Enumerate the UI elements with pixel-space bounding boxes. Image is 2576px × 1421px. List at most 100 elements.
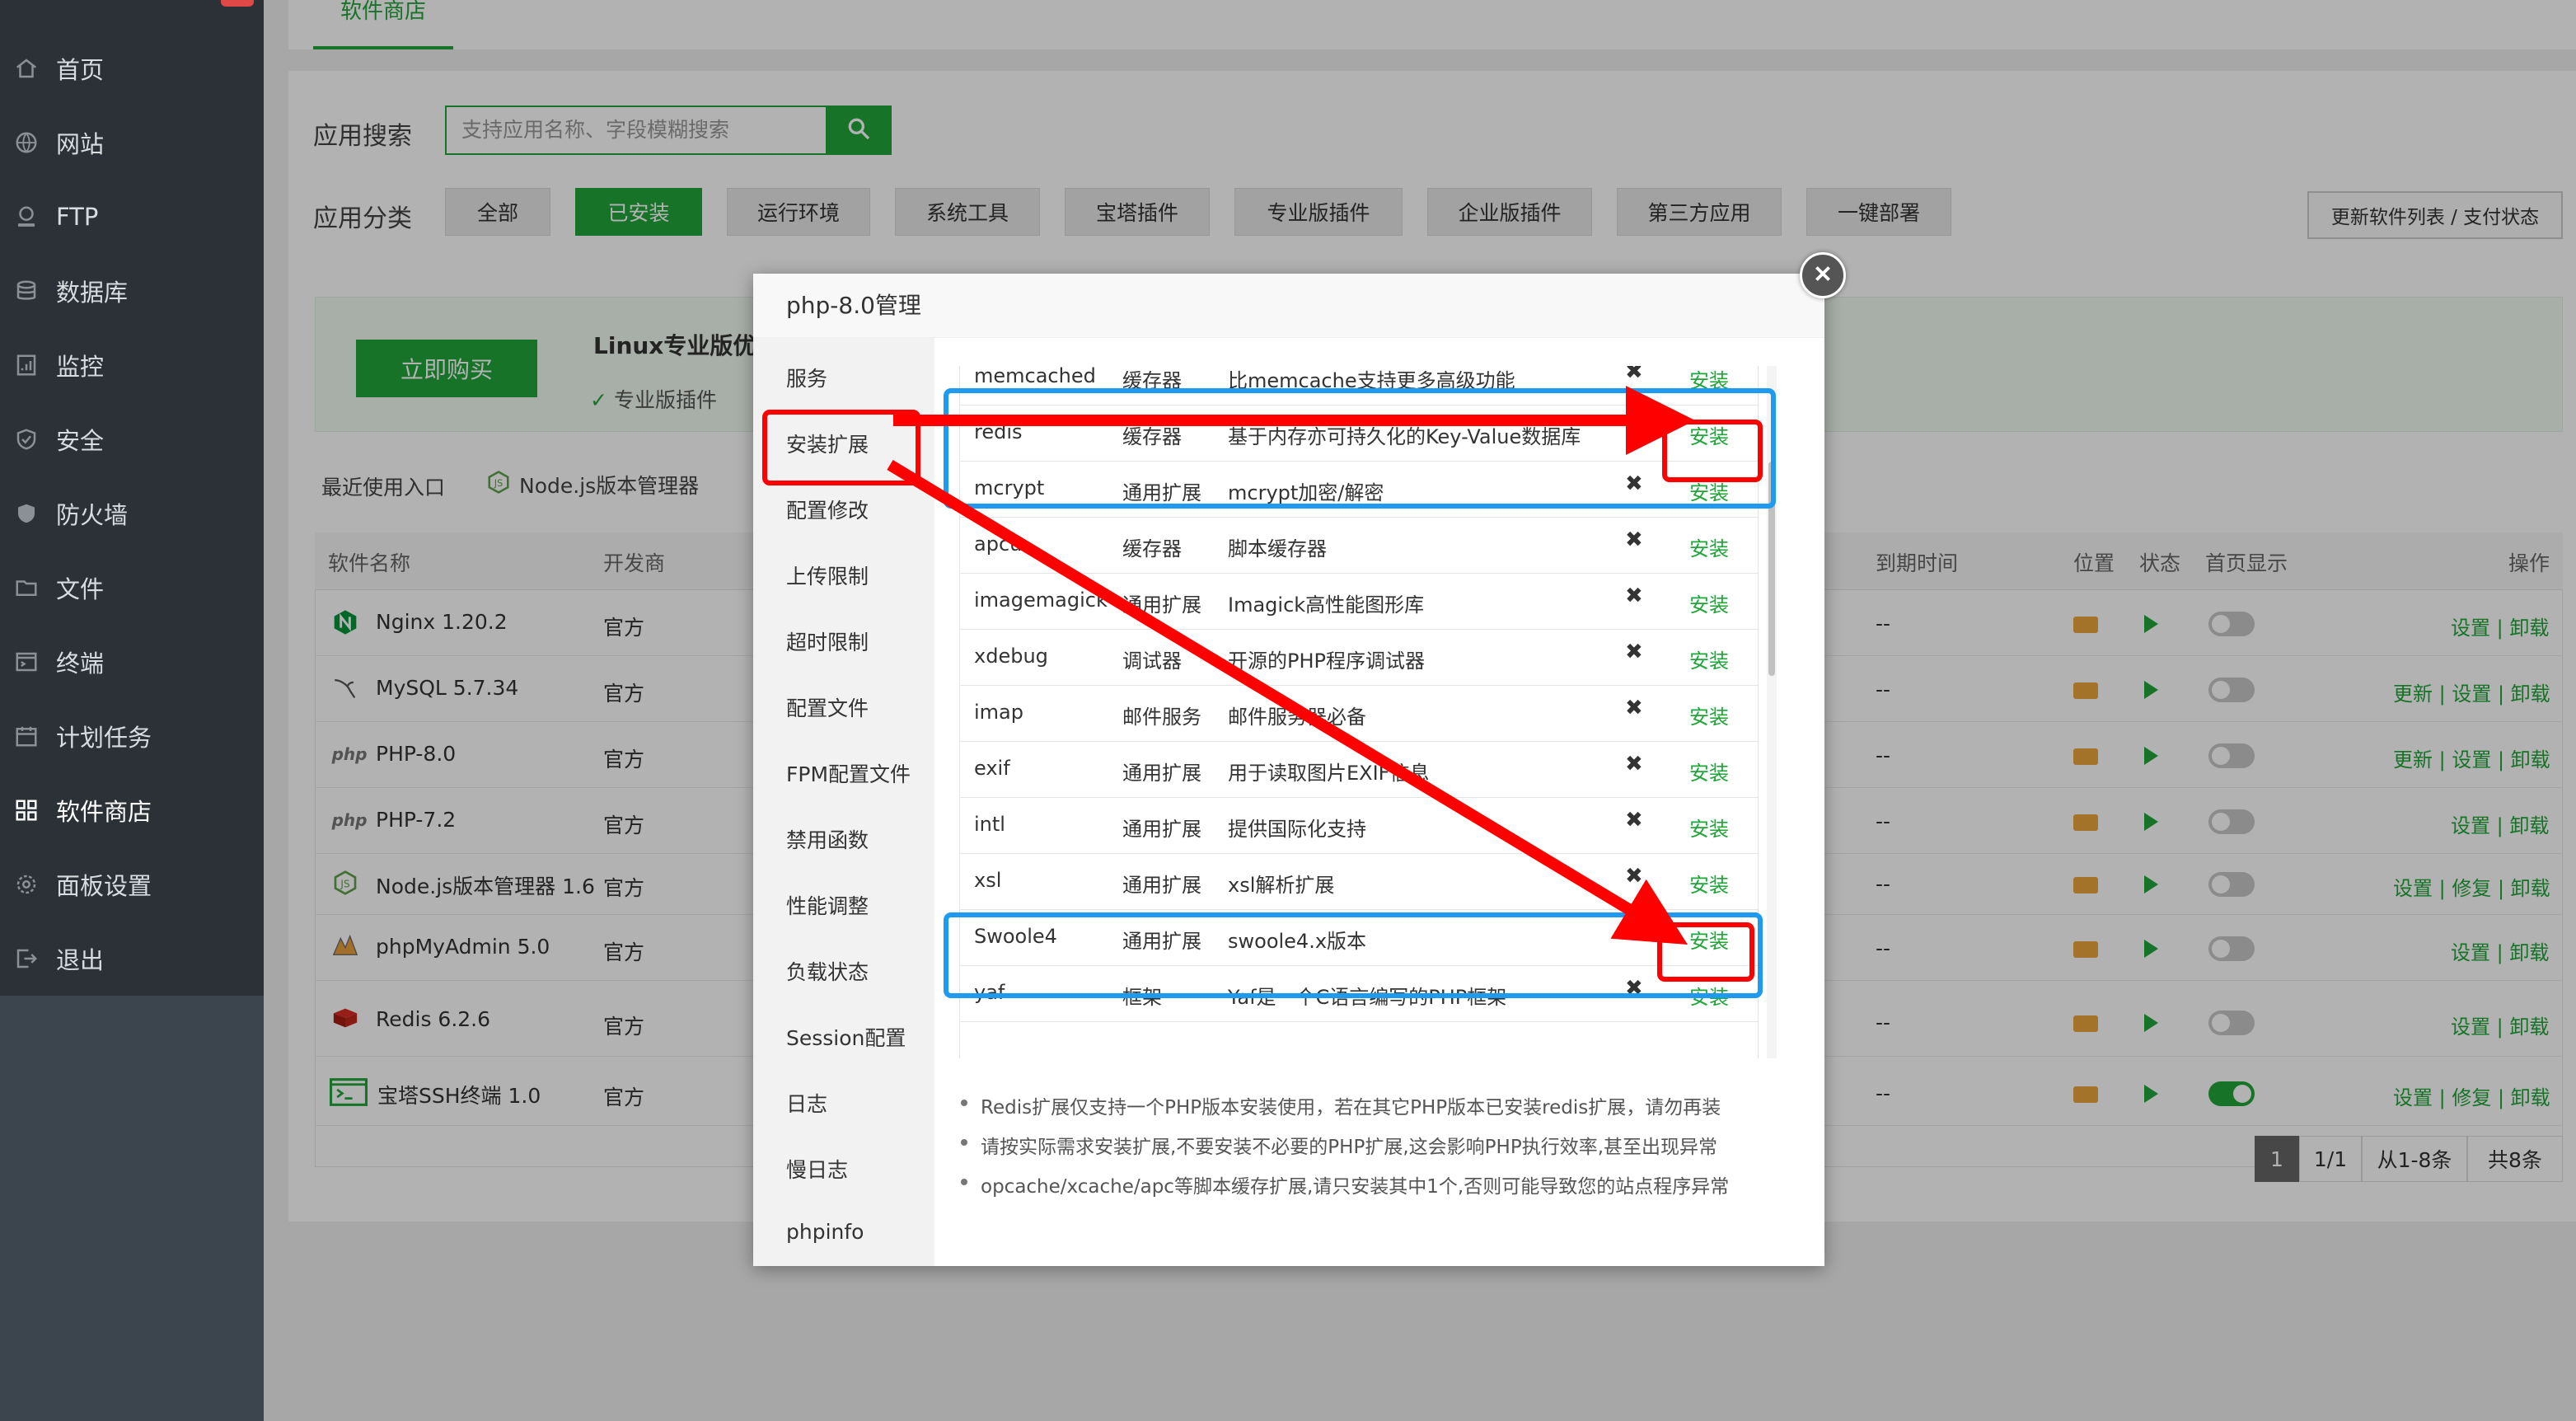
sidebar-item-security[interactable]: 安全 <box>0 402 264 476</box>
nav-slow-log[interactable]: 慢日志 <box>786 1154 848 1184</box>
category-system-tools[interactable]: 系统工具 <box>895 188 1040 236</box>
ext-install-button[interactable]: 安装 <box>1689 757 1729 786</box>
folder-icon[interactable] <box>2073 1086 2098 1103</box>
folder-icon[interactable] <box>2073 941 2098 958</box>
category-pro-plugins[interactable]: 专业版插件 <box>1234 188 1403 236</box>
sidebar-item-software-store[interactable]: 软件商店 <box>0 773 264 847</box>
homepage-toggle[interactable] <box>2208 809 2255 834</box>
folder-icon[interactable] <box>2073 1015 2098 1032</box>
recent-item-nodejs[interactable]: JS Node.js版本管理器 <box>486 470 699 499</box>
ext-install-button[interactable]: 安装 <box>1689 813 1729 842</box>
globe-icon <box>12 128 41 157</box>
category-installed[interactable]: 已安装 <box>575 188 702 236</box>
nav-upload-limit[interactable]: 上传限制 <box>786 560 869 590</box>
software-ops[interactable]: 更新 | 设置 | 卸载 <box>2393 743 2550 772</box>
nav-fpm-config[interactable]: FPM配置文件 <box>786 758 911 788</box>
nav-service[interactable]: 服务 <box>786 363 827 392</box>
folder-icon[interactable] <box>2073 617 2098 633</box>
software-ops[interactable]: 设置 | 修复 | 卸载 <box>2393 1081 2550 1110</box>
search-input[interactable]: 支持应用名称、字段模糊搜索 <box>445 106 826 155</box>
ext-install-button[interactable]: 安装 <box>1689 476 1729 505</box>
promo-subtitle: ✓ 专业版插件 <box>590 384 717 414</box>
folder-icon[interactable] <box>2073 748 2098 765</box>
category-enterprise-plugins[interactable]: 企业版插件 <box>1427 188 1592 236</box>
category-one-click-deploy[interactable]: 一键部署 <box>1806 188 1951 236</box>
play-icon[interactable] <box>2144 813 2158 831</box>
software-name[interactable]: MySQL 5.7.34 <box>376 676 518 700</box>
sidebar-item-home[interactable]: 首页 <box>0 31 264 106</box>
ext-install-button[interactable]: 安装 <box>1689 366 1729 393</box>
ext-install-button[interactable]: 安装 <box>1689 701 1729 729</box>
modal-close-button[interactable] <box>1800 252 1846 298</box>
play-icon[interactable] <box>2144 747 2158 765</box>
category-bt-plugins[interactable]: 宝塔插件 <box>1065 188 1210 236</box>
play-icon[interactable] <box>2144 1085 2158 1103</box>
homepage-toggle[interactable] <box>2208 1081 2255 1106</box>
sidebar-item-monitor[interactable]: 监控 <box>0 328 264 402</box>
tab-software-store[interactable]: 软件商店 <box>313 0 453 49</box>
homepage-toggle[interactable] <box>2208 678 2255 702</box>
ext-install-button[interactable]: 安装 <box>1689 925 1729 954</box>
play-icon[interactable] <box>2144 681 2158 699</box>
ext-install-button[interactable]: 安装 <box>1689 589 1729 617</box>
nav-config-file[interactable]: 配置文件 <box>786 692 869 722</box>
play-icon[interactable] <box>2144 1014 2158 1032</box>
sidebar-item-files[interactable]: 文件 <box>0 551 264 625</box>
sidebar-item-firewall[interactable]: 防火墙 <box>0 476 264 551</box>
update-software-list-button[interactable]: 更新软件列表 / 支付状态 <box>2307 191 2563 239</box>
software-ops[interactable]: 设置 | 卸载 <box>2451 1011 2549 1039</box>
software-expire: -- <box>1876 809 1891 833</box>
folder-icon[interactable] <box>2073 682 2098 699</box>
nav-config-modify[interactable]: 配置修改 <box>786 495 869 524</box>
software-ops[interactable]: 设置 | 卸载 <box>2451 936 2549 965</box>
buy-now-button[interactable]: 立即购买 <box>356 340 537 397</box>
ext-install-button[interactable]: 安装 <box>1689 532 1729 561</box>
homepage-toggle[interactable] <box>2208 1011 2255 1035</box>
nav-session-config[interactable]: Session配置 <box>786 1022 906 1052</box>
play-icon[interactable] <box>2144 940 2158 958</box>
category-all[interactable]: 全部 <box>445 188 550 236</box>
software-ops[interactable]: 设置 | 修复 | 卸载 <box>2393 872 2550 901</box>
sidebar-item-website[interactable]: 网站 <box>0 106 264 180</box>
sidebar-item-panel-settings[interactable]: 面板设置 <box>0 847 264 922</box>
ext-install-button[interactable]: 安装 <box>1689 981 1729 1010</box>
sidebar-item-logout[interactable]: 退出 <box>0 922 264 996</box>
ext-install-button[interactable]: 安装 <box>1689 645 1729 673</box>
software-ops[interactable]: 设置 | 卸载 <box>2451 809 2549 838</box>
homepage-toggle[interactable] <box>2208 612 2255 636</box>
software-name[interactable]: Redis 6.2.6 <box>376 1007 490 1031</box>
software-name[interactable]: PHP-8.0 <box>376 742 456 766</box>
software-name[interactable]: 宝塔SSH终端 1.0 <box>377 1080 541 1109</box>
software-name[interactable]: Node.js版本管理器 1.6 <box>376 870 595 900</box>
folder-icon[interactable] <box>2073 814 2098 831</box>
play-icon[interactable] <box>2144 615 2158 633</box>
nav-install-extensions[interactable]: 安装扩展 <box>786 429 869 458</box>
homepage-toggle[interactable] <box>2208 936 2255 961</box>
ext-install-button[interactable]: 安装 <box>1689 420 1729 449</box>
sidebar-item-cron[interactable]: 计划任务 <box>0 699 264 773</box>
play-icon[interactable] <box>2144 875 2158 893</box>
category-third-party[interactable]: 第三方应用 <box>1617 188 1782 236</box>
software-name[interactable]: PHP-7.2 <box>376 808 456 832</box>
nav-disabled-functions[interactable]: 禁用函数 <box>786 824 869 854</box>
search-button[interactable] <box>826 106 892 155</box>
software-ops[interactable]: 设置 | 卸载 <box>2451 612 2549 640</box>
nav-timeout-limit[interactable]: 超时限制 <box>786 626 869 656</box>
sidebar-item-database[interactable]: 数据库 <box>0 254 264 328</box>
software-name[interactable]: Nginx 1.20.2 <box>376 610 508 634</box>
software-ops[interactable]: 更新 | 设置 | 卸载 <box>2393 678 2550 706</box>
folder-icon[interactable] <box>2073 877 2098 893</box>
homepage-toggle[interactable] <box>2208 872 2255 897</box>
page-current[interactable]: 1 <box>2255 1136 2299 1182</box>
nav-load-status[interactable]: 负载状态 <box>786 956 869 986</box>
nav-performance[interactable]: 性能调整 <box>786 890 869 920</box>
category-runtime[interactable]: 运行环境 <box>727 188 870 236</box>
nav-phpinfo[interactable]: phpinfo <box>786 1220 864 1244</box>
ext-install-button[interactable]: 安装 <box>1689 869 1729 898</box>
nav-log[interactable]: 日志 <box>786 1088 827 1118</box>
extension-scroll-thumb[interactable] <box>1768 462 1775 676</box>
sidebar-item-terminal[interactable]: 终端 <box>0 625 264 699</box>
homepage-toggle[interactable] <box>2208 743 2255 768</box>
software-name[interactable]: phpMyAdmin 5.0 <box>376 935 550 959</box>
sidebar-item-ftp[interactable]: FTP <box>0 180 264 254</box>
